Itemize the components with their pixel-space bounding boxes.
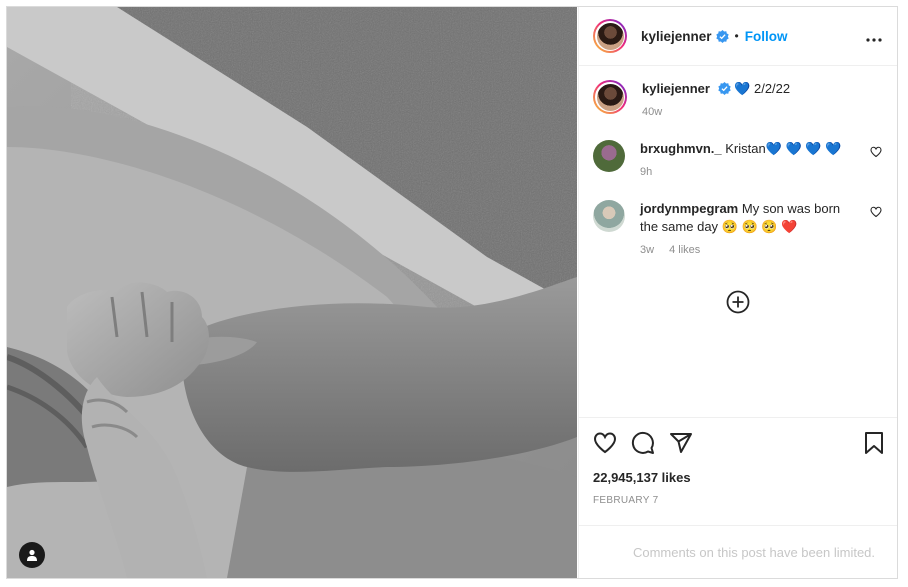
post-modal: kyliejenner • Follow kyliejenner 💙 2/2/2… <box>6 6 898 579</box>
baby-hands-photo <box>7 7 577 578</box>
comment-likes[interactable]: 4 likes <box>669 244 700 256</box>
separator-dot: • <box>734 29 739 43</box>
save-bookmark-icon[interactable] <box>863 431 885 455</box>
comment-item: brxughmvn._ Kristan💙 💙 💙 💙 9h <box>593 140 882 178</box>
likes-count[interactable]: 22,945,137 likes <box>593 470 885 485</box>
author-username[interactable]: kyliejenner <box>641 29 712 44</box>
comments-limited-notice: Comments on this post have been limited. <box>579 525 897 578</box>
post-sidebar: kyliejenner • Follow kyliejenner 💙 2/2/2… <box>578 7 897 578</box>
like-comment-icon[interactable] <box>870 146 882 158</box>
caption: kyliejenner 💙 2/2/22 40w <box>593 80 882 118</box>
comment-icon[interactable] <box>631 431 655 455</box>
comment-username[interactable]: jordynmpegram <box>640 201 738 216</box>
comment-text: Kristan💙 💙 💙 💙 <box>725 141 842 156</box>
follow-button[interactable]: Follow <box>745 29 788 44</box>
post-actions: 22,945,137 likes FEBRUARY 7 <box>579 417 897 506</box>
comment-item: jordynmpegram My son was born the same d… <box>593 200 882 256</box>
commenter-avatar[interactable] <box>593 200 625 232</box>
post-date[interactable]: FEBRUARY 7 <box>593 495 885 506</box>
share-icon[interactable] <box>669 431 693 455</box>
caption-text: 💙 2/2/22 <box>734 81 791 96</box>
caption-age[interactable]: 40w <box>642 106 662 118</box>
comments-section: kyliejenner 💙 2/2/22 40w brxughmvn._ Kri… <box>579 66 897 417</box>
verified-badge-icon <box>715 29 729 43</box>
like-icon[interactable] <box>593 431 617 455</box>
user-icon <box>27 549 37 561</box>
load-more-comments-icon[interactable] <box>726 290 750 314</box>
comment-age[interactable]: 9h <box>640 166 652 178</box>
more-options-icon[interactable] <box>866 26 882 47</box>
post-header: kyliejenner • Follow <box>579 7 897 66</box>
post-photo[interactable] <box>7 7 577 578</box>
caption-avatar[interactable] <box>593 80 627 114</box>
like-comment-icon[interactable] <box>870 206 882 218</box>
caption-username[interactable]: kyliejenner <box>642 81 710 96</box>
author-avatar[interactable] <box>593 19 627 53</box>
verified-badge-icon <box>717 82 731 95</box>
commenter-avatar[interactable] <box>593 140 625 172</box>
tagged-users-button[interactable] <box>19 542 45 568</box>
comment-age[interactable]: 3w <box>640 244 654 256</box>
comment-username[interactable]: brxughmvn._ <box>640 141 722 156</box>
